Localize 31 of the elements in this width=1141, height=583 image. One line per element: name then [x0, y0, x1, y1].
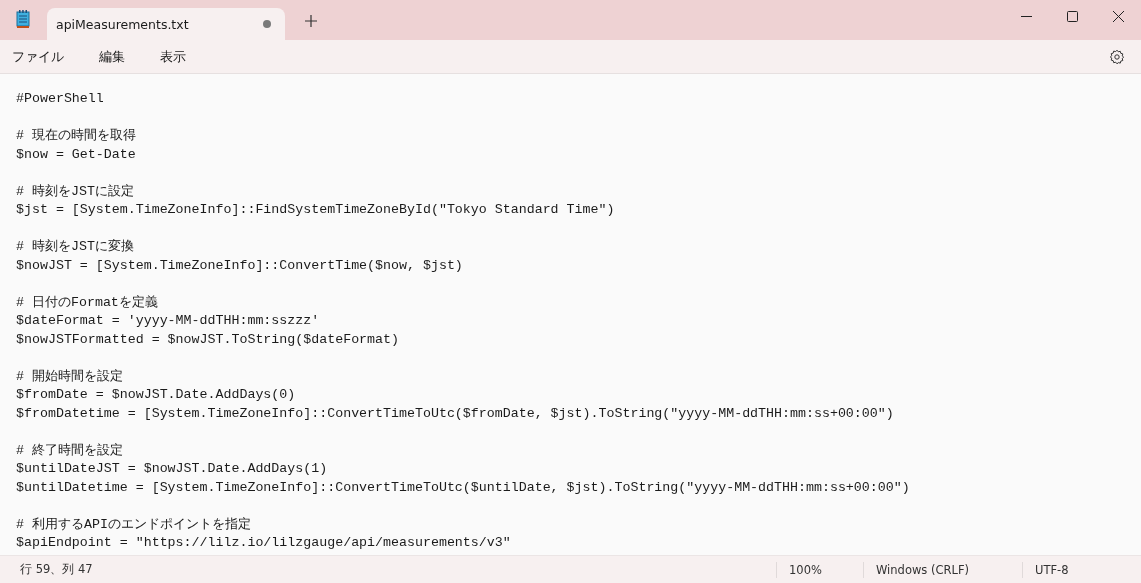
code-line: $apiEndpoint = "https://lilz.io/lilzgauge/api/measurements/v3" [16, 535, 511, 550]
menu-item[interactable]: 編集 [91, 43, 133, 70]
code-line: # 開始時間を設定 [16, 368, 123, 384]
code-line: $fromDate = $nowJST.Date.AddDays(0) [16, 387, 296, 402]
settings-icon[interactable] [1109, 48, 1125, 65]
code-line: $untilDatetime = [System.TimeZoneInfo]::ConvertTimeToUtc($untilDate, $jst).ToString("yyyy-MM-ddTHH:mm:ss+00:00") [16, 479, 910, 495]
file-tab[interactable]: apiMeasurements.txt [47, 8, 285, 40]
code-line: # 時刻をJSTに変換 [16, 239, 134, 254]
code-line: # 日付のFormatを定義 [16, 294, 158, 310]
code-line: #PowerShell [16, 91, 104, 106]
close-icon [1112, 10, 1124, 22]
code-line: $dateFormat = 'yyyy-MM-ddTHH:mm:sszzz' [16, 313, 320, 328]
code-line: $untilDateJST = $nowJST.Date.AddDays(1) [16, 461, 328, 476]
notepad-icon [16, 10, 30, 28]
code-line: $now = Get-Date [16, 146, 136, 162]
maximize-icon [1066, 10, 1078, 22]
encoding[interactable]: UTF-8 [1022, 561, 1141, 578]
menu-item[interactable]: 表示 [152, 43, 194, 70]
line-ending[interactable]: Windows (CRLF) [863, 561, 1022, 578]
code-line: $nowJSTFormatted = $nowJST.ToString($dateFormat) [16, 331, 399, 347]
zoom-level[interactable]: 100% [776, 561, 863, 578]
code-line: # 終了時間を設定 [16, 442, 123, 458]
code-line: $fromDatetime = [System.TimeZoneInfo]::ConvertTimeToUtc($fromDate, $jst).ToString("yyyy-MM-ddTHH:mm:ss+00:00") [16, 405, 894, 421]
code-line: # 現在の時間を取得 [16, 128, 136, 143]
cursor-position: 行 59、列 47 [20, 562, 94, 577]
code-line: $jst = [System.TimeZoneInfo]::FindSystemTimeZoneById("Tokyo Standard Time") [16, 202, 615, 217]
plus-icon [305, 15, 317, 27]
code-line: $nowJST = [System.TimeZoneInfo]::ConvertTime($now, $jst) [16, 257, 463, 273]
code-line: # 利用するAPIのエンドポイントを指定 [16, 516, 251, 532]
menu-item[interactable]: ファイル [4, 43, 72, 70]
code-line: # 時刻をJSTに設定 [16, 183, 134, 199]
